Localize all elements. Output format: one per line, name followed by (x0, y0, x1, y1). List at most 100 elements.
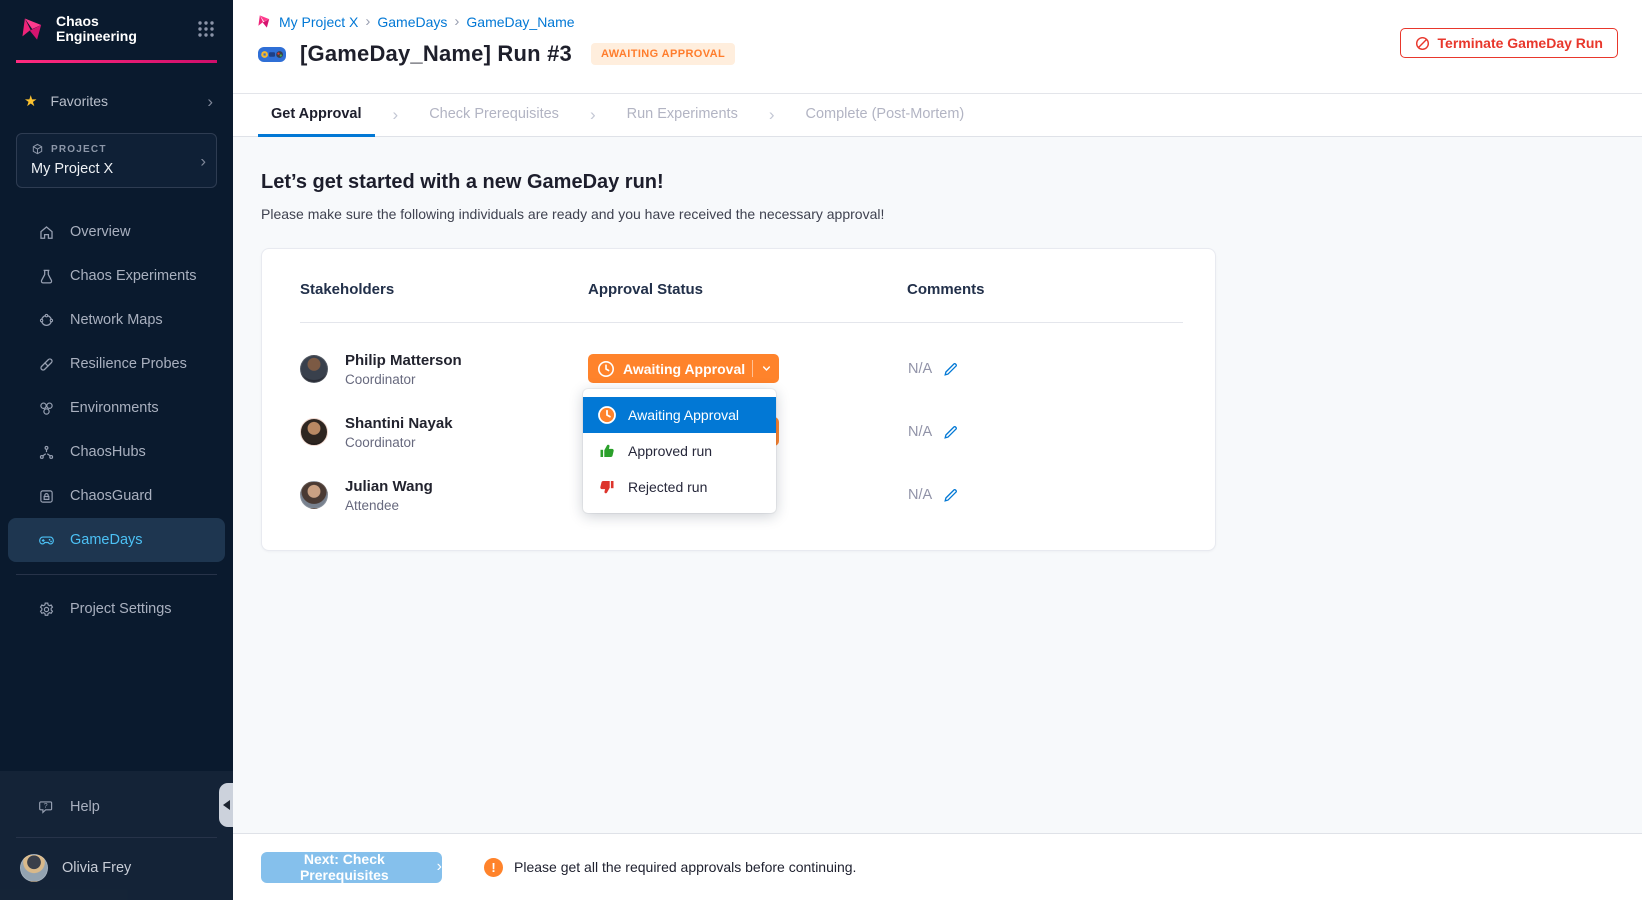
avatar (300, 481, 328, 509)
chevron-right-icon: › (200, 152, 206, 169)
comment-cell: N/A (907, 361, 1183, 377)
warning-text: Please get all the required approvals be… (514, 859, 856, 875)
chevron-down-icon (753, 362, 779, 375)
comment-value: N/A (908, 487, 932, 503)
stakeholder-name: Shantini Nayak (345, 414, 453, 433)
sidebar-item-gamedays[interactable]: GameDays (8, 518, 225, 562)
nav-label: Project Settings (70, 601, 172, 617)
user-menu[interactable]: Olivia Frey (0, 846, 233, 900)
table-row: Philip Matterson Coordinator Awaiting Ap… (300, 337, 1183, 400)
edit-comment-icon[interactable] (943, 361, 959, 377)
status-cell: Awaiting Approval (588, 354, 907, 383)
page-header: My Project X › GameDays › GameDay_Name [… (233, 0, 1642, 94)
comment-cell: N/A (907, 424, 1183, 440)
stepper: Get Approval › Check Prerequisites › Run… (233, 94, 1642, 137)
next-button[interactable]: Next: Check Prerequisites › (261, 852, 442, 883)
action-bar: Next: Check Prerequisites › ! Please get… (233, 833, 1642, 900)
sidebar-header: Chaos Engineering (0, 0, 233, 56)
nav-label: Resilience Probes (70, 356, 187, 372)
terminate-button-label: Terminate GameDay Run (1438, 35, 1603, 51)
menu-item-label: Rejected run (628, 479, 707, 495)
step-get-approval[interactable]: Get Approval (258, 94, 375, 137)
thumbs-up-icon (597, 441, 617, 461)
status-badge: AWAITING APPROVAL (591, 43, 735, 65)
sidebar-item-help[interactable]: ? Help (8, 785, 225, 829)
terminate-gameday-button[interactable]: Terminate GameDay Run (1400, 28, 1618, 58)
spacer (0, 631, 233, 771)
stakeholder-role: Coordinator (345, 435, 453, 450)
nav-label: Network Maps (70, 312, 163, 328)
app-title: Chaos Engineering (56, 14, 195, 44)
module-grid-icon[interactable] (195, 18, 217, 40)
main-area: My Project X › GameDays › GameDay_Name [… (233, 0, 1642, 900)
chevron-right-icon: › (365, 13, 370, 30)
nav-label: GameDays (70, 532, 143, 548)
next-button-label: Next: Check Prerequisites (261, 851, 428, 883)
sidebar-item-resilience-probes[interactable]: Resilience Probes (8, 342, 225, 386)
star-icon: ★ (24, 92, 37, 110)
chevron-right-icon: › (572, 94, 614, 136)
step-label: Check Prerequisites (429, 106, 559, 122)
edit-comment-icon[interactable] (943, 424, 959, 440)
step-run-experiments[interactable]: Run Experiments (614, 94, 751, 137)
sidebar-collapse-handle[interactable] (219, 783, 233, 827)
status-dropdown-button[interactable]: Awaiting Approval (588, 354, 779, 383)
avatar (300, 355, 328, 383)
sidebar-footer: ? Help Olivia Frey (0, 771, 233, 900)
chevron-right-icon: › (375, 94, 417, 136)
sidebar-item-favorites[interactable]: ★ Favorites › (0, 83, 233, 119)
menu-item-rejected-run[interactable]: Rejected run (583, 469, 776, 505)
sidebar-item-chaos-experiments[interactable]: Chaos Experiments (8, 254, 225, 298)
step-label: Get Approval (271, 106, 362, 122)
favorites-label: Favorites (50, 93, 207, 109)
menu-item-awaiting-approval[interactable]: Awaiting Approval (583, 397, 776, 433)
menu-item-approved-run[interactable]: Approved run (583, 433, 776, 469)
environments-icon (38, 400, 55, 417)
stakeholder-role: Coordinator (345, 372, 462, 387)
sidebar-item-project-settings[interactable]: Project Settings (8, 587, 225, 631)
brand-divider (16, 60, 217, 63)
app-root: Chaos Engineering ★ Favorites › (0, 0, 1642, 900)
divider (16, 574, 217, 575)
edit-comment-icon[interactable] (943, 487, 959, 503)
sidebar-item-chaoshubs[interactable]: ChaosHubs (8, 430, 225, 474)
sidebar-item-chaosguard[interactable]: ChaosGuard (8, 474, 225, 518)
avatar (300, 418, 328, 446)
divider (16, 837, 217, 838)
approval-status-menu: Awaiting Approval Approved run (583, 389, 776, 513)
sidebar-item-environments[interactable]: Environments (8, 386, 225, 430)
step-complete-post-mortem[interactable]: Complete (Post-Mortem) (793, 94, 978, 137)
comment-value: N/A (908, 424, 932, 440)
avatar (20, 854, 48, 882)
column-comments: Comments (907, 281, 1183, 309)
menu-item-label: Awaiting Approval (628, 407, 739, 423)
step-check-prerequisites[interactable]: Check Prerequisites (416, 94, 572, 137)
sidebar-item-network-maps[interactable]: Network Maps (8, 298, 225, 342)
network-icon (38, 312, 55, 329)
sidebar-nav: Overview Chaos Experiments Network Maps … (0, 210, 233, 562)
comment-cell: N/A (907, 487, 1183, 503)
clock-icon (597, 405, 617, 425)
breadcrumb-link-gameday-name[interactable]: GameDay_Name (466, 14, 574, 30)
project-selector[interactable]: PROJECT My Project X › (16, 133, 217, 188)
clock-icon (597, 360, 615, 378)
warning-message: ! Please get all the required approvals … (484, 858, 856, 877)
flask-icon (38, 268, 55, 285)
content-heading: Let’s get started with a new GameDay run… (261, 171, 1642, 194)
chevron-right-icon: › (437, 858, 442, 876)
chevron-right-icon: › (751, 94, 793, 136)
content-subheading: Please make sure the following individua… (261, 206, 1642, 222)
comment-value: N/A (908, 361, 932, 377)
nav-label: ChaosHubs (70, 444, 146, 460)
sidebar-item-overview[interactable]: Overview (8, 210, 225, 254)
project-name: My Project X (31, 161, 204, 177)
breadcrumb-link-gamedays[interactable]: GameDays (377, 14, 447, 30)
user-name: Olivia Frey (62, 860, 131, 876)
cube-icon (31, 143, 44, 156)
project-label: PROJECT (51, 144, 107, 155)
hub-icon (38, 444, 55, 461)
breadcrumb-link-project[interactable]: My Project X (279, 14, 358, 30)
help-chat-icon: ? (38, 799, 55, 816)
nav-label: Chaos Experiments (70, 268, 197, 284)
content-area: Let’s get started with a new GameDay run… (233, 137, 1642, 833)
